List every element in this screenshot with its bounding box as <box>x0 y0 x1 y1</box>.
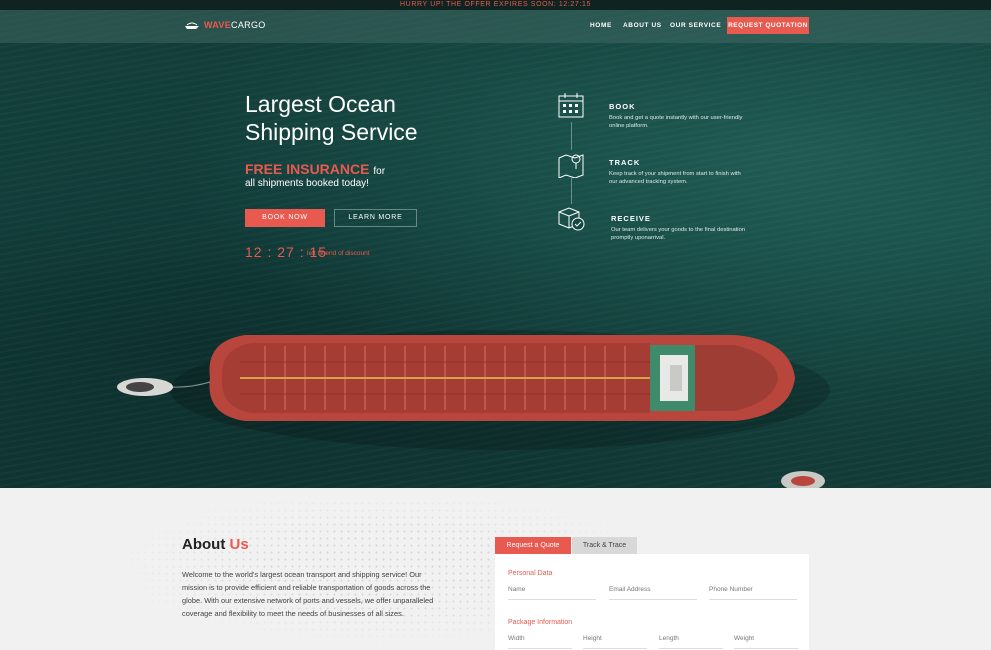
request-quotation-button[interactable]: REQUEST QUOTATION <box>727 17 809 34</box>
name-input[interactable]: Name <box>508 586 596 600</box>
email-input[interactable]: Email Address <box>609 586 697 600</box>
step-book-text: Book and get a quote instantly with our … <box>609 115 743 129</box>
nav-about[interactable]: ABOUT US <box>623 22 662 29</box>
hero-title-line2: Shipping Service <box>245 119 418 145</box>
book-now-button[interactable]: BOOK NOW <box>245 209 325 227</box>
announcement-text: HURRY UP! THE OFFER EXPIRES SOON: 12:27:… <box>400 1 591 8</box>
nav-our-service[interactable]: OUR SERVICE <box>670 22 721 29</box>
package-info-label: Package Information <box>508 619 573 626</box>
tab-track-trace[interactable]: Track & Trace <box>572 537 637 554</box>
nav-home[interactable]: HOME <box>590 22 612 29</box>
step-receive-text: Our team delivers your goods to the fina… <box>611 227 746 241</box>
tab-request-quote[interactable]: Request a Quote <box>495 537 571 554</box>
countdown-note: left till end of discount <box>307 250 370 257</box>
learn-more-button[interactable]: LEARN MORE <box>334 209 417 227</box>
offer-tail: for <box>373 166 386 177</box>
main-navbar: WAVE CARGO HOME ABOUT US OUR SERVICE REQU… <box>0 10 991 43</box>
hero-title: Largest Ocean Shipping Service <box>245 90 505 146</box>
brand-cargo: CARGO <box>231 20 266 30</box>
about-title-accent: Us <box>229 536 249 553</box>
phone-input[interactable]: Phone Number <box>709 586 797 600</box>
step-track-text: Keep track of your shipment from start t… <box>609 171 741 185</box>
step-connector <box>571 178 572 204</box>
announcement-bar: HURRY UP! THE OFFER EXPIRES SOON: 12:27:… <box>0 0 991 10</box>
ship-illustration <box>117 330 830 488</box>
about-title: About Us <box>182 536 249 553</box>
quote-form: Personal Data Name Email Address Phone N… <box>495 554 809 650</box>
map-pin-icon <box>558 154 584 178</box>
calendar-icon <box>558 93 584 118</box>
brand-wave: WAVE <box>204 20 232 30</box>
brand-logo[interactable]: WAVE CARGO <box>184 20 266 30</box>
length-input[interactable]: Length <box>659 635 723 649</box>
step-track-title: TRACK <box>609 158 641 167</box>
step-book-title: BOOK <box>609 102 636 111</box>
hero-title-line1: Largest Ocean <box>245 91 396 117</box>
offer-highlight: FREE INSURANCE <box>245 161 370 177</box>
package-check-icon <box>558 207 585 231</box>
offer-subline: all shipments booked today! <box>245 178 369 189</box>
personal-data-label: Personal Data <box>508 570 553 577</box>
offer-line: FREE INSURANCE for <box>245 161 385 177</box>
weight-input[interactable]: Weight <box>734 635 798 649</box>
step-connector <box>571 122 572 150</box>
step-receive-title: RECEIVE <box>611 214 651 223</box>
about-text: Welcome to the world's largest ocean tra… <box>182 570 434 618</box>
hero-section: WAVE CARGO HOME ABOUT US OUR SERVICE REQU… <box>0 10 991 488</box>
ship-logo-icon <box>185 22 199 29</box>
about-title-main: About <box>182 536 226 553</box>
width-input[interactable]: Width <box>508 635 572 649</box>
height-input[interactable]: Height <box>583 635 647 649</box>
